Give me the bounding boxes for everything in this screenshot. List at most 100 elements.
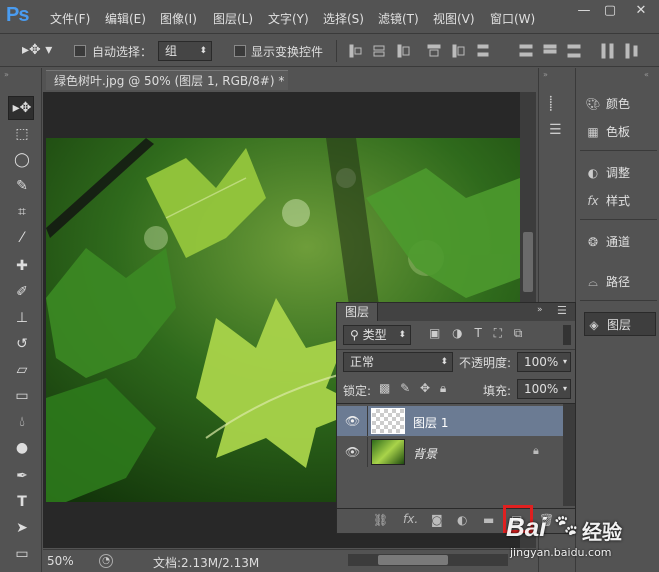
visibility-eye-icon[interactable]: 👁︎	[345, 414, 360, 428]
layers-scrollbar[interactable]	[563, 404, 575, 506]
panel-styles[interactable]: fx 样式	[584, 189, 656, 213]
stamp-tool-icon[interactable]: ⊥	[10, 307, 34, 329]
menu-filter[interactable]: 滤镜(T)	[378, 10, 419, 27]
history-brush-tool-icon[interactable]: ↺	[10, 333, 34, 355]
divider	[580, 219, 657, 220]
opacity-label: 不透明度:	[459, 356, 512, 370]
chevron-down-icon: ▾	[562, 384, 567, 393]
visibility-eye-icon[interactable]: 👁︎	[345, 445, 360, 459]
fill-input[interactable]: 100% ▾	[517, 379, 571, 399]
layer-row-layer1[interactable]: 👁︎ 图层 1	[337, 406, 563, 436]
fx-icon: fx	[587, 194, 599, 208]
document-tab[interactable]: 绿色树叶.jpg @ 50% (图层 1, RGB/8#) * ×	[46, 70, 288, 108]
healing-brush-tool-icon[interactable]: ✚	[10, 255, 34, 277]
collapse-arrows-icon[interactable]: «	[644, 70, 649, 79]
collapse-arrows-icon[interactable]: »	[4, 70, 9, 79]
tool-presets-icon[interactable]: ☰	[549, 122, 562, 138]
gradient-tool-icon[interactable]: ▭	[10, 385, 34, 407]
layer-name[interactable]: 背景	[413, 445, 437, 462]
paw-icon: 🐾︎	[552, 514, 580, 539]
menu-view[interactable]: 视图(V)	[433, 10, 475, 27]
hscroll-thumb[interactable]	[378, 555, 448, 565]
crop-tool-icon[interactable]: ⌗	[10, 201, 34, 223]
marquee-tool-icon[interactable]: ⬚	[10, 123, 34, 145]
close-button[interactable]: ✕	[626, 0, 656, 22]
menu-edit[interactable]: 编辑(E)	[105, 10, 146, 27]
status-bar: 50% ◔ 文档:2.13M/2.13M	[43, 549, 536, 572]
menu-select[interactable]: 选择(S)	[323, 10, 364, 27]
dodge-tool-icon[interactable]: ●	[10, 437, 34, 459]
collapse-arrows-icon[interactable]: »	[543, 70, 548, 79]
eraser-tool-icon[interactable]: ▱	[10, 359, 34, 381]
lock-icon: 🔒︎	[533, 444, 539, 457]
layers-tab[interactable]: 图层	[337, 303, 379, 321]
zoom-level[interactable]: 50%	[47, 554, 74, 568]
divider	[580, 300, 657, 301]
brush-tool-icon[interactable]: ✐	[10, 281, 34, 303]
blend-mode-dropdown[interactable]: 正常 ⬍	[343, 352, 453, 372]
divider	[337, 349, 575, 350]
panel-channels[interactable]: ❂ 通道	[584, 230, 656, 254]
lock-icons[interactable]: ▩ ✎ ✥ 🔒︎	[379, 381, 446, 396]
layer-thumbnail-transparent	[371, 408, 405, 434]
shape-tool-icon[interactable]: ▭	[10, 543, 34, 565]
align-distribute-icons[interactable]	[348, 41, 648, 61]
panel-adjustments[interactable]: ◐ 调整	[584, 161, 656, 185]
path-select-tool-icon[interactable]: ➤	[10, 517, 34, 539]
baidu-url: jingyan.baidu.com	[510, 546, 612, 559]
auto-select-checkbox[interactable]	[74, 45, 86, 57]
restore-button[interactable]: ▢	[598, 0, 622, 22]
eyedropper-tool-icon[interactable]: ⁄	[10, 227, 34, 249]
divider	[367, 406, 368, 436]
layer-name[interactable]: 图层 1	[413, 414, 448, 431]
fx-icon[interactable]: fx.	[403, 512, 418, 526]
blur-tool-icon[interactable]: 💧︎	[10, 411, 34, 433]
quick-select-tool-icon[interactable]: ✎	[10, 175, 34, 197]
panel-menu-icon[interactable]: ☰	[557, 304, 567, 317]
updown-arrow-icon: ⬍	[199, 46, 207, 56]
panel-layers[interactable]: ◈ 图层	[584, 312, 656, 336]
minimize-button[interactable]: —	[572, 0, 596, 22]
collapse-arrows-icon[interactable]: »	[537, 305, 543, 315]
layers-panel-header[interactable]: 图层 » ☰	[337, 303, 575, 321]
horizontal-scrollbar[interactable]	[348, 554, 508, 566]
adjustment-icon[interactable]: ◐	[457, 513, 467, 527]
mask-icon[interactable]: ◙	[431, 513, 443, 527]
document-size: 文档:2.13M/2.13M	[153, 556, 260, 570]
pen-tool-icon[interactable]: ✒	[10, 465, 34, 487]
type-tool-icon[interactable]: T	[10, 491, 34, 513]
history-brush-panel-icon[interactable]: ⸽	[549, 94, 553, 113]
auto-select-dropdown[interactable]: 组 ⬍	[158, 41, 212, 61]
move-tool-icon[interactable]: ▸✥	[10, 97, 34, 119]
folder-icon[interactable]: ▬	[483, 513, 494, 527]
menu-layer[interactable]: 图层(L)	[213, 10, 253, 27]
menu-window[interactable]: 窗口(W)	[490, 10, 535, 27]
layer-filter-dropdown[interactable]: ⚲ 类型 ⬍	[343, 325, 411, 345]
panel-color[interactable]: 🎨︎ 颜色	[584, 92, 656, 116]
layer-row-background[interactable]: 👁︎ 背景 🔒︎	[337, 437, 563, 467]
lasso-tool-icon[interactable]: ◯	[10, 149, 34, 171]
panel-swatches[interactable]: ▦ 色板	[584, 120, 656, 144]
updown-arrow-icon: ⬍	[398, 330, 406, 340]
menu-type[interactable]: 文字(Y)	[268, 10, 309, 27]
scroll-thumb[interactable]	[523, 232, 533, 292]
menu-image[interactable]: 图像(I)	[160, 10, 197, 27]
grid-icon: ▦	[587, 125, 599, 139]
show-transform-label: 显示变换控件	[251, 45, 324, 59]
menu-bar: Ps 文件(F) 编辑(E) 图像(I) 图层(L) 文字(Y) 选择(S) 滤…	[0, 0, 659, 34]
menu-file[interactable]: 文件(F)	[50, 10, 90, 27]
tools-panel: » ▸✥ ⬚ ◯ ✎ ⌗ ⁄ ✚ ✐ ⊥ ↺ ▱ ▭ 💧︎ ● ✒ T ➤ ▭	[0, 68, 42, 572]
show-transform-checkbox[interactable]	[234, 45, 246, 57]
baidu-watermark: Bai 🐾︎ 经验 jingyan.baidu.com	[506, 512, 656, 570]
baidu-jingyan-text: 经验	[582, 520, 622, 544]
panel-paths[interactable]: ⌓ 路径	[584, 270, 656, 294]
divider	[580, 150, 657, 151]
move-tool-preset-icon[interactable]: ▸✥ ▾	[22, 42, 52, 58]
updown-arrow-icon: ⬍	[440, 357, 448, 367]
fill-label: 填充:	[483, 384, 512, 398]
link-icon[interactable]: ⛓︎	[373, 513, 388, 527]
filter-toggle[interactable]	[563, 325, 571, 345]
opacity-input[interactable]: 100% ▾	[517, 352, 571, 372]
info-icon[interactable]: ◔	[99, 554, 113, 568]
layer-filter-icons[interactable]: ▣ ◑ T ⛶ ⧉	[429, 326, 522, 341]
